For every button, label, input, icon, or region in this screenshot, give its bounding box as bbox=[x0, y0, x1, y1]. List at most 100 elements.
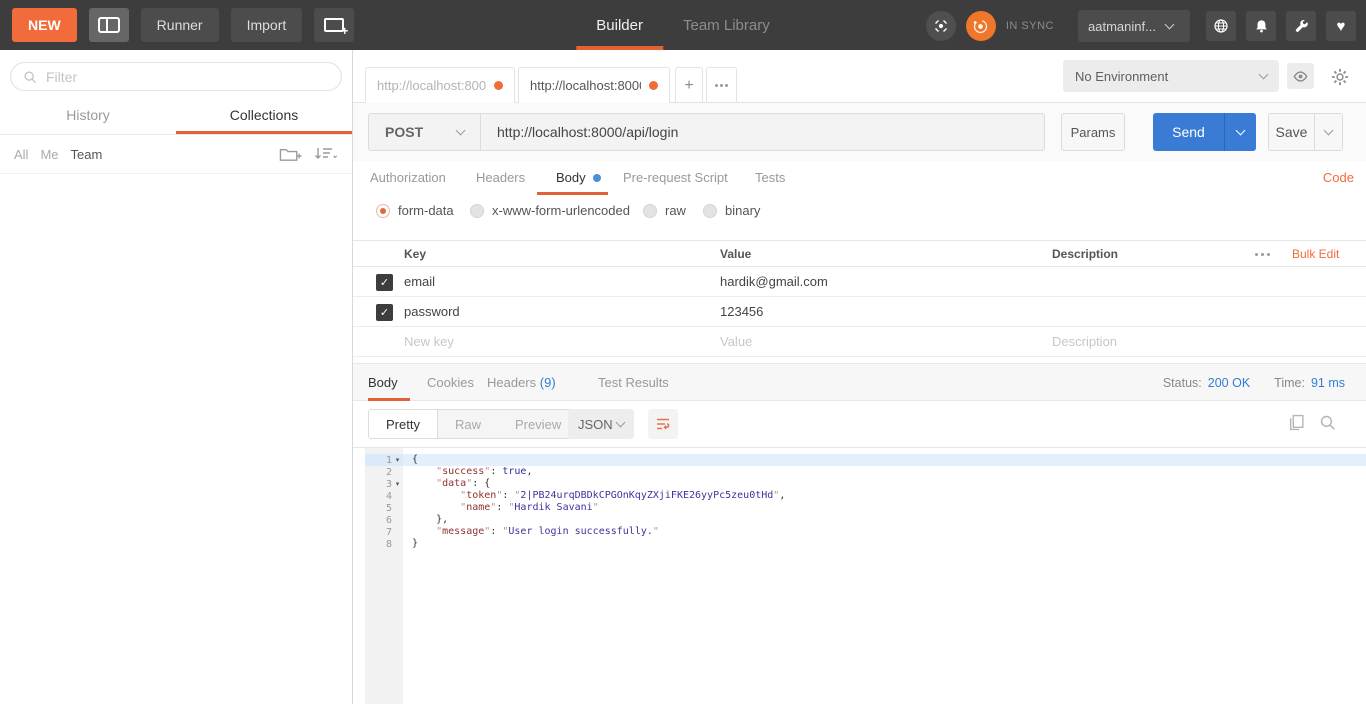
radio-label: raw bbox=[665, 203, 686, 218]
response-tab-cookies[interactable]: Cookies bbox=[427, 375, 474, 390]
editor-code[interactable]: { "success": true, "data": { "token": "2… bbox=[403, 448, 1366, 704]
radio-label: x-www-form-urlencoded bbox=[492, 203, 630, 218]
search-response-button[interactable] bbox=[1319, 414, 1336, 436]
gutter-line[interactable]: 6 bbox=[365, 514, 403, 526]
body-type-selector: form-data x-www-form-urlencoded raw bina… bbox=[353, 195, 1366, 228]
request-tab-2[interactable]: http://localhost:8000/ bbox=[518, 67, 670, 103]
radio-binary[interactable]: binary bbox=[703, 203, 760, 218]
bulk-edit-link[interactable]: Bulk Edit bbox=[1292, 247, 1339, 261]
sort-icon[interactable] bbox=[314, 147, 338, 161]
view-preview[interactable]: Preview bbox=[498, 410, 578, 438]
value-cell[interactable]: 123456 bbox=[720, 304, 763, 319]
runner-button[interactable]: Runner bbox=[140, 8, 219, 42]
interceptor-button[interactable] bbox=[925, 11, 956, 41]
add-tab-button[interactable]: + bbox=[675, 67, 703, 103]
scope-all[interactable]: All bbox=[14, 147, 28, 162]
settings-button[interactable] bbox=[1286, 11, 1316, 41]
gutter-line[interactable]: 7 bbox=[365, 526, 403, 538]
radio-form-data[interactable]: form-data bbox=[376, 203, 454, 218]
method-label: POST bbox=[385, 124, 424, 140]
status-value: 200 OK bbox=[1207, 376, 1251, 390]
scope-me[interactable]: Me bbox=[40, 147, 58, 162]
format-dropdown[interactable]: JSON bbox=[568, 409, 634, 439]
code-line: }, bbox=[412, 514, 449, 525]
response-tab-headers[interactable]: Headers (9) bbox=[487, 375, 556, 390]
tab-history[interactable]: History bbox=[0, 98, 176, 134]
view-pretty[interactable]: Pretty bbox=[369, 410, 438, 438]
collection-scope-row: All Me Team bbox=[0, 135, 352, 174]
value-cell[interactable]: hardik@gmail.com bbox=[720, 274, 828, 289]
key-cell[interactable]: password bbox=[404, 304, 460, 319]
tab-body[interactable]: Body bbox=[556, 170, 586, 185]
sidebar-toggle-button[interactable] bbox=[88, 8, 129, 42]
wrap-lines-button[interactable] bbox=[648, 409, 678, 439]
globe-button[interactable] bbox=[1206, 11, 1236, 41]
gutter-line[interactable]: 2 bbox=[365, 466, 403, 478]
save-button[interactable]: Save bbox=[1268, 113, 1343, 151]
environment-preview-button[interactable] bbox=[1287, 63, 1314, 89]
tab-team-library[interactable]: Team Library bbox=[663, 0, 790, 50]
filter-input[interactable] bbox=[46, 68, 329, 85]
sync-button[interactable] bbox=[965, 11, 996, 41]
send-options-button[interactable] bbox=[1224, 113, 1256, 151]
url-row: POST Params Send Save bbox=[353, 103, 1366, 161]
folder-plus-icon[interactable] bbox=[279, 146, 302, 162]
params-button[interactable]: Params bbox=[1061, 113, 1125, 151]
body-filled-dot-icon bbox=[593, 174, 601, 182]
environment-settings-button[interactable] bbox=[1327, 64, 1353, 90]
new-window-button[interactable] bbox=[314, 8, 355, 42]
postman-app: NEW Runner Import Builder Team Library bbox=[0, 0, 1366, 704]
scope-team[interactable]: Team bbox=[71, 147, 103, 162]
new-button[interactable]: NEW bbox=[12, 8, 77, 42]
check-icon: ✓ bbox=[379, 307, 390, 319]
gutter-line[interactable]: 8 bbox=[365, 538, 403, 550]
table-more-button[interactable] bbox=[1255, 253, 1270, 256]
tab-pre-request-script[interactable]: Pre-request Script bbox=[623, 170, 728, 185]
url-input[interactable] bbox=[481, 114, 1044, 150]
send-label: Send bbox=[1172, 124, 1205, 140]
magnifier-icon bbox=[1320, 415, 1335, 430]
gutter-line[interactable]: 3 ▾ bbox=[365, 478, 403, 490]
account-dropdown[interactable]: aatmaninf... bbox=[1078, 10, 1190, 42]
fold-arrow-icon[interactable]: ▾ bbox=[392, 456, 403, 464]
import-button[interactable]: Import bbox=[230, 8, 303, 42]
notifications-button[interactable] bbox=[1246, 11, 1276, 41]
row-checkbox[interactable]: ✓ bbox=[376, 274, 393, 291]
tab-authorization[interactable]: Authorization bbox=[370, 170, 446, 185]
environment-dropdown[interactable]: No Environment bbox=[1063, 60, 1279, 92]
radio-x-www-form-urlencoded[interactable]: x-www-form-urlencoded bbox=[470, 203, 630, 218]
tab-tests[interactable]: Tests bbox=[755, 170, 785, 185]
key-cell[interactable]: email bbox=[404, 274, 435, 289]
tab-collections[interactable]: Collections bbox=[176, 98, 352, 134]
fold-arrow-icon[interactable]: ▾ bbox=[392, 480, 403, 488]
main-nav: Builder Team Library bbox=[576, 0, 789, 50]
gutter-line[interactable]: 5 bbox=[365, 502, 403, 514]
new-value-input[interactable]: Value bbox=[720, 334, 752, 349]
new-key-input[interactable]: New key bbox=[404, 334, 454, 349]
eye-icon bbox=[1293, 70, 1308, 82]
headers-count-badge: (9) bbox=[539, 375, 556, 390]
time-label: Time: bbox=[1274, 376, 1305, 390]
request-tab-1[interactable]: http://localhost:8000/ bbox=[365, 67, 515, 103]
favorites-button[interactable]: ♥ bbox=[1326, 11, 1356, 41]
chevron-down-icon bbox=[1235, 125, 1246, 135]
response-tab-test-results[interactable]: Test Results bbox=[598, 375, 669, 390]
response-tab-body[interactable]: Body bbox=[368, 375, 398, 390]
gutter-line[interactable]: 4 bbox=[365, 490, 403, 502]
save-options-button[interactable] bbox=[1314, 114, 1342, 150]
view-raw[interactable]: Raw bbox=[438, 410, 498, 438]
new-description-input[interactable]: Description bbox=[1052, 334, 1117, 349]
row-checkbox[interactable]: ✓ bbox=[376, 304, 393, 321]
tab-builder[interactable]: Builder bbox=[576, 0, 663, 50]
code-link[interactable]: Code bbox=[1323, 170, 1354, 185]
tab-headers[interactable]: Headers bbox=[476, 170, 525, 185]
method-dropdown[interactable]: POST bbox=[369, 114, 481, 150]
gutter-line[interactable]: 1 ▾ bbox=[365, 454, 403, 466]
send-button[interactable]: Send bbox=[1153, 113, 1256, 151]
code-line: } bbox=[412, 538, 419, 549]
response-body-editor[interactable]: 1 ▾ 2 3 ▾ 4 5 6 7 8 { "success": true, "data": { … bbox=[353, 447, 1366, 704]
code-line: "name": "Hardik Savani" bbox=[460, 502, 599, 513]
copy-button[interactable] bbox=[1288, 414, 1305, 436]
more-tabs-button[interactable] bbox=[706, 67, 737, 103]
radio-raw[interactable]: raw bbox=[643, 203, 686, 218]
